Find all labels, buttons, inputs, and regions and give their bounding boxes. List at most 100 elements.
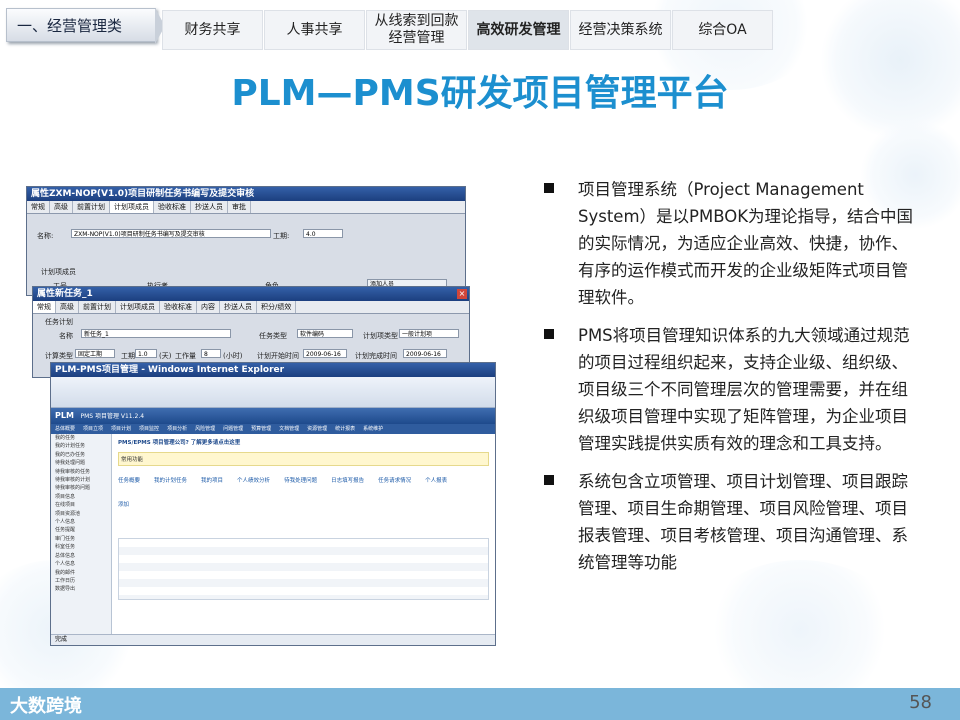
tab-acceptance[interactable]: 验收标准	[160, 301, 197, 313]
type-label: 任务类型	[259, 332, 287, 340]
content-table-placeholder	[118, 538, 489, 600]
tab-advanced[interactable]: 高级	[50, 201, 73, 213]
tab-predecessor[interactable]: 前置计划	[73, 201, 110, 213]
members-label: 计划项成员	[41, 268, 76, 276]
app-menu: 总体概要 项目立项 项目计划 项目监控 项目分析 风险管理 问题管理 预算管理 …	[51, 424, 495, 434]
sidebar-item[interactable]: 数据导出	[55, 585, 111, 593]
bullet-text: 项目管理系统（Project Management System）是以PMBOK…	[578, 180, 914, 307]
app-content: PMS/EPMS 项目管理公司? 了解更多请点击这里 常用功能 任务概要 我的计…	[112, 434, 495, 642]
brand-logo: 大数跨境	[10, 696, 82, 717]
sidebar-item[interactable]: 工作日历	[55, 577, 111, 585]
nav-tab-finance[interactable]: 财务共享	[162, 10, 263, 50]
welcome-text: PMS/EPMS 项目管理公司? 了解更多请点击这里	[118, 440, 241, 446]
nav-tab-decision-system[interactable]: 经营决策系统	[570, 10, 671, 50]
quick-link[interactable]: 个人报表	[425, 476, 447, 484]
sidebar-item[interactable]: 个人信息	[55, 560, 111, 568]
bullet-text: 系统包含立项管理、项目计划管理、项目跟踪管理、项目生命期管理、项目风险管理、项目…	[578, 472, 908, 572]
sidebar-item[interactable]: 我的邮件	[55, 569, 111, 577]
tab-score[interactable]: 积分/绩效	[257, 301, 297, 313]
sidebar-item[interactable]: 我的已办任务	[55, 451, 111, 459]
duration-label: 工期	[121, 352, 135, 360]
sidebar-item[interactable]: 个人信息	[55, 518, 111, 526]
sidebar-item[interactable]: 项目信息	[55, 493, 111, 501]
quick-links: 任务概要 我的计划任务 我的项目 个人绩效分析 待我处理问题 日志填写报告 任务…	[118, 476, 489, 484]
sidebar-item[interactable]: 我的计划任务	[55, 442, 111, 450]
quick-link[interactable]: 任务请求情况	[378, 476, 411, 484]
tab-acceptance[interactable]: 验收标准	[154, 201, 191, 213]
menu-item[interactable]: 文档管理	[275, 424, 303, 434]
name-field[interactable]: 新任务_1	[81, 329, 231, 338]
nav-tab-rd-management[interactable]: 高效研发管理	[468, 10, 569, 50]
menu-item[interactable]: 项目监控	[135, 424, 163, 434]
tab-cc[interactable]: 抄送人员	[191, 201, 228, 213]
tab-cc[interactable]: 抄送人员	[220, 301, 257, 313]
nav-tab-lead-to-cash[interactable]: 从线索到回款 经营管理	[366, 10, 467, 50]
app-header: PLM PMS 项目管理 V11.2.4	[51, 408, 495, 424]
sidebar-item[interactable]: 待我审核的计划	[55, 476, 111, 484]
menu-item[interactable]: 预算管理	[247, 424, 275, 434]
plan-type-select[interactable]: 一般计划项	[399, 329, 459, 338]
close-icon[interactable]: ×	[457, 289, 467, 299]
tab-predecessor[interactable]: 前置计划	[79, 301, 116, 313]
tab-general[interactable]: 常规	[33, 301, 56, 313]
end-date-field[interactable]: 2009-06-16	[403, 349, 447, 358]
start-label: 计划开始时间	[257, 352, 299, 360]
nav-section-label[interactable]: 一、经营管理类	[6, 8, 156, 42]
page-number: 58	[909, 692, 932, 713]
tab-members[interactable]: 计划项成员	[110, 201, 154, 213]
sidebar-item[interactable]: 科室任务	[55, 543, 111, 551]
nav-tab-oa[interactable]: 综合OA	[672, 10, 773, 50]
quick-link[interactable]: 待我处理问题	[284, 476, 317, 484]
browser-toolbar	[51, 377, 495, 408]
menu-item[interactable]: 项目计划	[107, 424, 135, 434]
duration-field[interactable]: 1.0	[135, 349, 157, 358]
common-functions-heading: 常用功能	[118, 452, 489, 466]
quick-link[interactable]: 我的计划任务	[154, 476, 187, 484]
browser-window: PLM-PMS项目管理 - Windows Internet Explorer …	[50, 362, 496, 646]
sidebar-item[interactable]: 总体信息	[55, 552, 111, 560]
app-sidebar: 我的任务 我的计划任务 我的已办任务 待我处理问题 待我审核的任务 待我审核的计…	[51, 434, 112, 642]
tab-general[interactable]: 常规	[27, 201, 50, 213]
sidebar-item[interactable]: 我的任务	[55, 434, 111, 442]
hour-unit: (小时)	[223, 352, 243, 360]
tab-advanced[interactable]: 高级	[56, 301, 79, 313]
calc-select[interactable]: 固定工期	[75, 349, 115, 358]
workload-field[interactable]: 8	[201, 349, 221, 358]
quick-link[interactable]: 个人绩效分析	[237, 476, 270, 484]
page-title: PLM—PMS研发项目管理平台	[231, 73, 729, 114]
browser-status-bar: 完成	[51, 634, 495, 645]
sidebar-item[interactable]: 待我审核的任务	[55, 468, 111, 476]
quick-link[interactable]: 日志填写报告	[331, 476, 364, 484]
bullet-item: 项目管理系统（Project Management System）是以PMBOK…	[544, 176, 914, 311]
menu-item[interactable]: 项目立项	[79, 424, 107, 434]
quick-link[interactable]: 任务概要	[118, 476, 140, 484]
sidebar-item[interactable]: 待我处理问题	[55, 459, 111, 467]
menu-item[interactable]: 风险管理	[191, 424, 219, 434]
add-link[interactable]: 添加	[118, 500, 489, 508]
app-body: 我的任务 我的计划任务 我的已办任务 待我处理问题 待我审核的任务 待我审核的计…	[51, 434, 495, 642]
nav-tab-hr[interactable]: 人事共享	[264, 10, 365, 50]
tab-members[interactable]: 计划项成员	[116, 301, 160, 313]
type-select[interactable]: 软件编码	[297, 329, 353, 338]
window-title: PLM-PMS项目管理 - Windows Internet Explorer	[51, 363, 495, 377]
sidebar-item[interactable]: 审门任务	[55, 535, 111, 543]
tab-content[interactable]: 内容	[197, 301, 220, 313]
bullet-item: PMS将项目管理知识体系的九大领域通过规范的项目过程组织起来，支持企业级、组织级…	[544, 322, 914, 457]
work-field[interactable]: 4.0	[303, 229, 343, 238]
menu-item[interactable]: 问题管理	[219, 424, 247, 434]
app-brand: PLM	[55, 411, 74, 420]
sidebar-item[interactable]: 项目资源池	[55, 510, 111, 518]
sidebar-item[interactable]: 任务提醒	[55, 526, 111, 534]
menu-item[interactable]: 项目分析	[163, 424, 191, 434]
bullet-item: 系统包含立项管理、项目计划管理、项目跟踪管理、项目生命期管理、项目风险管理、项目…	[544, 468, 914, 576]
menu-item[interactable]: 系统维护	[359, 424, 387, 434]
sidebar-item[interactable]: 待我审核的问题	[55, 484, 111, 492]
start-date-field[interactable]: 2009-06-16	[303, 349, 347, 358]
menu-item[interactable]: 统计报表	[331, 424, 359, 434]
menu-item[interactable]: 资源管理	[303, 424, 331, 434]
name-field[interactable]: ZXM-NOP(V1.0)项目研制任务书编写及提交审核	[71, 229, 271, 238]
tab-approval[interactable]: 审批	[228, 201, 251, 213]
quick-link[interactable]: 我的项目	[201, 476, 223, 484]
menu-item[interactable]: 总体概要	[51, 424, 79, 434]
sidebar-item[interactable]: 在线项目	[55, 501, 111, 509]
